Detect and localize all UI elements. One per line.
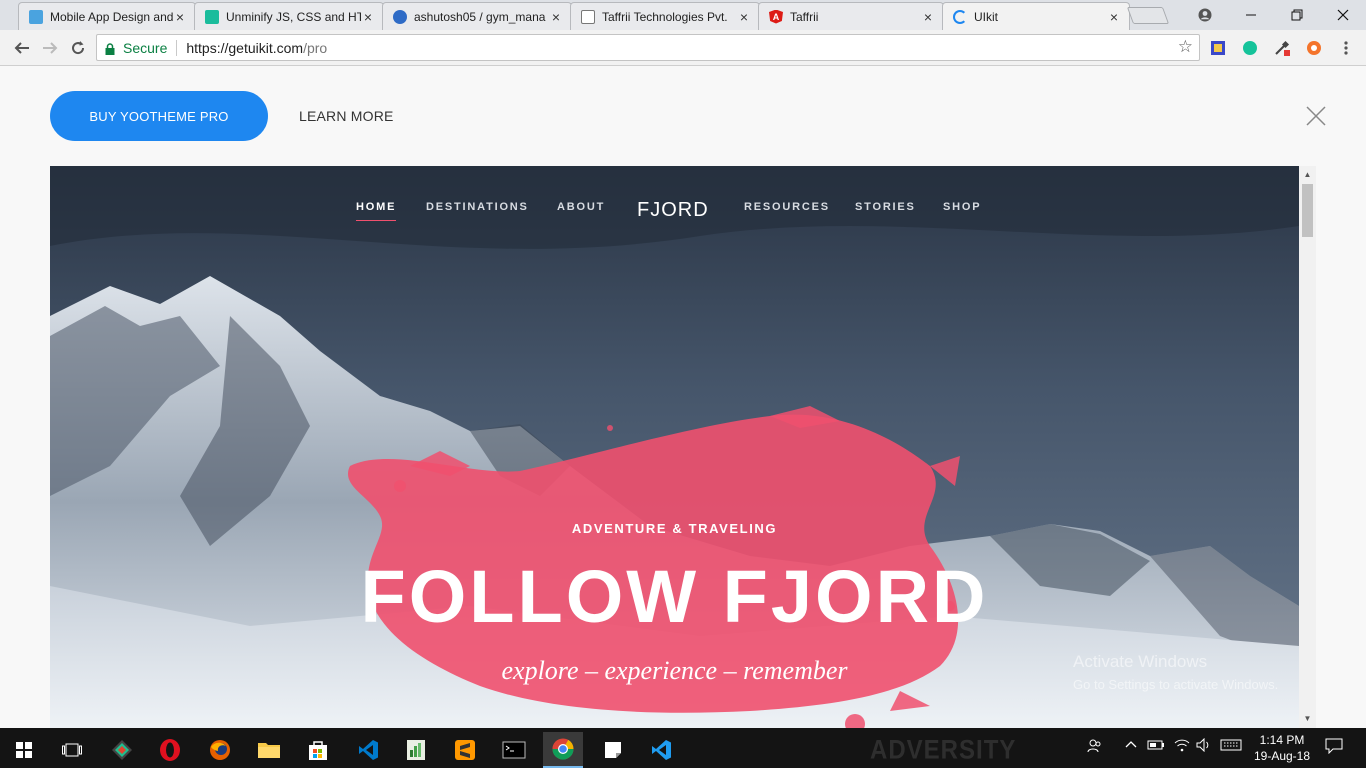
tab-title: Unminify JS, CSS and HT [226,9,361,24]
nav-item-home[interactable]: HOME [356,201,396,213]
url-host: https://getuikit.com [186,39,304,56]
lock-icon [105,42,115,55]
restore-icon[interactable] [1274,0,1320,30]
hero-preview: HOME DESTINATIONS ABOUT FJORD RESOURCES … [50,166,1299,728]
tab-favicon-icon [29,9,43,24]
bookmark-star-icon[interactable]: ☆ [1178,37,1193,57]
gitkraken-icon[interactable] [102,732,142,768]
mountain-background-image [50,166,1299,728]
windows-start-icon[interactable] [4,732,44,768]
browser-tab[interactable]: Mobile App Design and × [18,2,196,30]
uikit-icon [953,10,967,24]
grammarly-icon[interactable] [1241,39,1259,57]
fjord-logo[interactable]: FJORD [637,199,709,222]
active-nav-underline [356,220,396,221]
vscode-icon[interactable] [348,732,388,768]
close-icon[interactable] [1304,104,1328,128]
divider [176,39,178,56]
close-icon[interactable]: × [549,10,563,24]
chrome-menu-icon[interactable] [1337,39,1355,57]
file-explorer-icon[interactable] [249,732,289,768]
nav-item-destinations[interactable]: DESTINATIONS [426,201,529,213]
nav-item-about[interactable]: ABOUT [557,201,605,213]
activate-windows-subtitle: Go to Settings to activate Windows. [1073,677,1279,692]
close-icon[interactable]: × [921,10,935,24]
clock-time: 1:14 PM [1259,733,1305,747]
wifi-icon[interactable] [1174,738,1190,755]
browser-tab-active[interactable]: UIkit × [942,2,1130,31]
tab-title: ashutosh05 / gym_mana [414,9,546,24]
close-window-icon[interactable] [1320,0,1366,30]
browser-toolbar: Secure https://getuikit.com/pro ☆ [0,30,1366,66]
volume-icon[interactable] [1196,737,1212,755]
page-scrollbar[interactable]: ▲ ▼ [1299,166,1316,728]
tab-strip: Mobile App Design and × Unminify JS, CSS… [0,0,1366,31]
taskbar-background-text: ADVERSITY [870,735,1017,766]
extension-orange-icon[interactable] [1305,39,1323,57]
close-icon[interactable]: × [361,10,375,24]
store-icon[interactable] [298,732,338,768]
extension-icon[interactable] [1209,39,1227,57]
activate-windows-title: Activate Windows [1073,652,1208,671]
browser-tab[interactable]: Taffrii Technologies Pvt. × [570,2,760,30]
opera-icon[interactable] [150,732,190,768]
secure-label: Secure [123,39,168,56]
clock-date: 19-Aug-18 [1253,749,1311,763]
close-icon[interactable]: × [173,10,187,24]
address-bar[interactable]: Secure https://getuikit.com/pro ☆ [96,34,1200,61]
buy-yootheme-pro-button[interactable]: BUY YOOTHEME PRO [50,91,268,141]
vscode-insiders-icon[interactable] [641,732,681,768]
tab-title: UIkit [974,10,998,24]
chevron-up-icon[interactable] [1124,738,1138,755]
scroll-thumb[interactable] [1302,184,1313,237]
color-picker-icon[interactable] [1273,39,1291,57]
reload-icon[interactable] [66,36,90,60]
nav-item-stories[interactable]: STORIES [855,201,916,213]
tab-title: Mobile App Design and [50,9,173,24]
scroll-up-icon[interactable]: ▲ [1299,168,1316,182]
browser-tab[interactable]: ashutosh05 / gym_mana × [382,2,572,30]
hero-headline: FOLLOW FJORD [360,555,989,638]
tab-favicon-icon [393,9,407,24]
close-icon[interactable]: × [1107,10,1121,24]
keyboard-icon[interactable] [1220,738,1242,755]
tab-title: Taffrii Technologies Pvt. [602,9,728,24]
scroll-down-icon[interactable]: ▼ [1299,712,1316,726]
firefox-icon[interactable] [200,732,240,768]
forward-arrow-icon[interactable] [38,36,62,60]
chrome-icon[interactable] [543,732,583,768]
task-view-icon[interactable] [52,732,92,768]
nav-item-shop[interactable]: SHOP [943,201,981,213]
hero-eyebrow: ADVENTURE & TRAVELING [571,521,778,536]
profile-icon[interactable] [1182,0,1228,30]
battery-icon[interactable] [1147,738,1165,755]
tab-favicon-icon [205,9,219,24]
browser-tab[interactable]: Unminify JS, CSS and HT × [194,2,384,30]
people-icon[interactable] [1087,738,1103,757]
learn-more-link[interactable]: LEARN MORE [299,108,394,124]
nav-item-resources[interactable]: RESOURCES [744,201,830,213]
sticky-notes-icon[interactable] [593,732,633,768]
terminal-icon[interactable] [494,732,534,768]
minimize-icon[interactable] [1228,0,1274,30]
sheets-icon[interactable] [396,732,436,768]
tab-title: Taffrii [790,9,819,24]
hero-navbar: HOME DESTINATIONS ABOUT FJORD RESOURCES … [50,199,1299,223]
back-arrow-icon[interactable] [10,36,34,60]
close-icon[interactable]: × [737,10,751,24]
notifications-icon[interactable] [1325,738,1343,757]
windows-taskbar: ADVERSITY 1:14 PM 19-Aug-18 [0,728,1366,768]
new-tab-button[interactable] [1126,7,1170,24]
browser-tab[interactable]: A Taffrii × [758,2,944,30]
angular-icon: A [769,9,783,24]
url-path: /pro [303,39,328,56]
taskbar-clock[interactable]: 1:14 PM 19-Aug-18 [1245,732,1319,764]
sublime-text-icon[interactable] [445,732,485,768]
page-icon [581,9,595,24]
